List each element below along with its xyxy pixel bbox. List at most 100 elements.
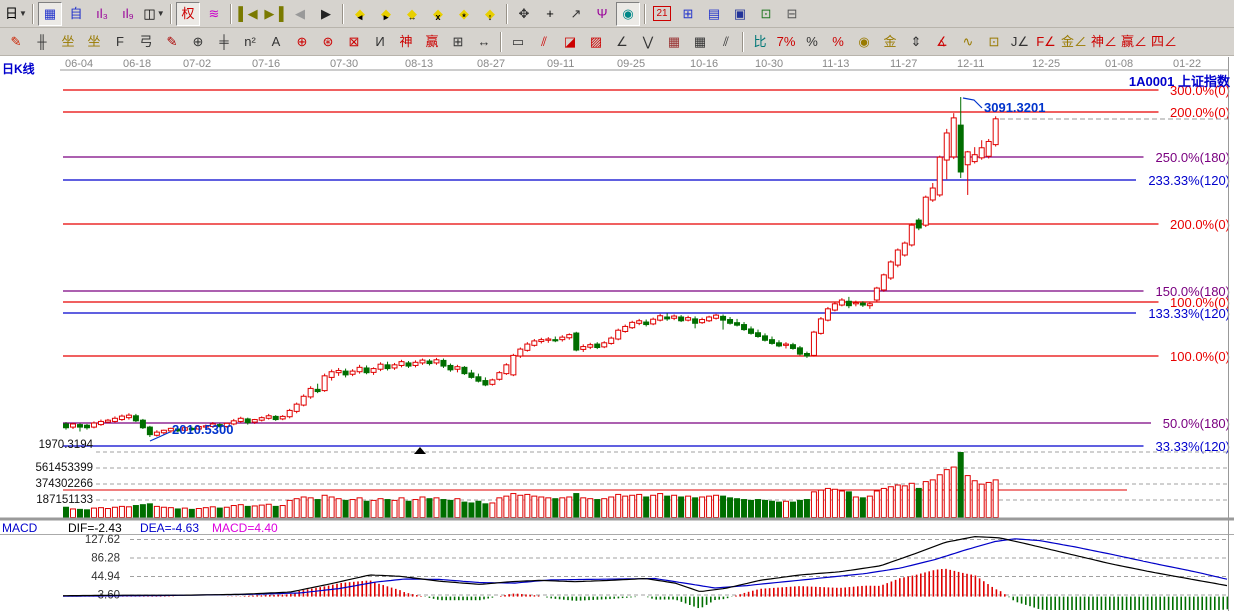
gann-star-icon[interactable]: ⊛ bbox=[316, 30, 340, 54]
smart-analysis-icon[interactable]: ◉ bbox=[616, 2, 640, 26]
first-page-icon[interactable]: ▌◀ bbox=[236, 2, 260, 26]
macd-axis-label: 44.94 bbox=[91, 571, 120, 583]
expand-diamond-icon[interactable]: ◆* bbox=[452, 2, 476, 26]
ruler-ticks-icon[interactable]: ╪ bbox=[212, 30, 236, 54]
zoom-left-diamond-icon[interactable]: ◆◂ bbox=[348, 2, 372, 26]
volume-bar bbox=[769, 501, 774, 517]
wave-count-icon[interactable]: И bbox=[368, 30, 392, 54]
shen-magic-icon[interactable]: 神 bbox=[394, 30, 418, 54]
bow-tool-icon[interactable]: 弓 bbox=[134, 30, 158, 54]
volume-bar bbox=[238, 505, 243, 518]
measure-123-icon[interactable]: ⊞ bbox=[446, 30, 470, 54]
golden-bars-icon[interactable]: 金 bbox=[878, 30, 902, 54]
parallel-icon[interactable]: ⫽ bbox=[714, 30, 738, 54]
full-view-diamond-icon[interactable]: ◆↕ bbox=[478, 2, 502, 26]
golden-ruler-2-icon[interactable]: 坐 bbox=[82, 30, 106, 54]
f-tool-icon[interactable]: F bbox=[108, 30, 132, 54]
volume-bar bbox=[329, 497, 334, 518]
low-price-annotation: 2010.5300 bbox=[172, 422, 233, 437]
candle-body bbox=[336, 370, 341, 372]
h-expand-icon[interactable]: ↔ bbox=[472, 30, 496, 54]
mini-chart-9-icon[interactable]: ıl₉ bbox=[116, 2, 140, 26]
zoom-right-diamond-icon[interactable]: ◆▸ bbox=[374, 2, 398, 26]
angle-line-icon[interactable]: ∠ bbox=[610, 30, 634, 54]
percent-line-label: 200.0%(0) bbox=[1170, 105, 1230, 120]
chart-window-icon[interactable]: ▦ bbox=[38, 2, 62, 26]
calculator-icon[interactable]: ⊞ bbox=[676, 2, 700, 26]
stock-info-icon[interactable]: 自 bbox=[64, 2, 88, 26]
next-page-icon[interactable]: ▶ bbox=[314, 2, 338, 26]
zoom-right-diamond-icon-arrow: ▸ bbox=[375, 6, 397, 28]
overlay-indicator-icon[interactable]: ≋ bbox=[202, 2, 226, 26]
macd-macd-value: MACD=4.40 bbox=[212, 521, 278, 535]
export-icon[interactable]: ⊡ bbox=[754, 2, 778, 26]
four-angle-icon[interactable]: 四∠ bbox=[1150, 30, 1178, 54]
print-icon[interactable]: ⊟ bbox=[780, 2, 804, 26]
golden-circle-icon[interactable]: ◉ bbox=[852, 30, 876, 54]
candle-body bbox=[434, 360, 439, 363]
prev-page-icon[interactable]: ◀ bbox=[288, 2, 312, 26]
h-ticks-icon-glyph: ╫ bbox=[37, 31, 46, 53]
rect-draw-icon[interactable]: ▭ bbox=[506, 30, 530, 54]
a-line-icon[interactable]: A bbox=[264, 30, 288, 54]
volume-bar bbox=[735, 499, 740, 518]
candle-body bbox=[714, 315, 719, 318]
candle-body bbox=[420, 360, 425, 363]
date-tick-label: 07-16 bbox=[252, 58, 280, 70]
grid-trend-icon[interactable]: ▦ bbox=[688, 30, 712, 54]
golden-box-icon[interactable]: ⊡ bbox=[982, 30, 1006, 54]
shen-angle-icon[interactable]: 神∠ bbox=[1090, 30, 1118, 54]
parallel-icon-glyph: ⫽ bbox=[723, 31, 729, 53]
candle-body bbox=[860, 303, 865, 305]
last-page-icon[interactable]: ▶▐ bbox=[262, 2, 286, 26]
volume-bar bbox=[623, 496, 628, 517]
zigzag-icon[interactable]: ⋁ bbox=[636, 30, 660, 54]
n-squared-icon[interactable]: n² bbox=[238, 30, 262, 54]
gann-grid-icon[interactable]: ⊠ bbox=[342, 30, 366, 54]
percent-lines-icon[interactable]: % bbox=[826, 30, 850, 54]
volume-bar bbox=[721, 496, 726, 517]
j-angle-icon[interactable]: J∠ bbox=[1008, 30, 1032, 54]
period-selector-dropdown-arrow[interactable]: ▼ bbox=[19, 3, 27, 25]
win-tool-icon[interactable]: 赢 bbox=[420, 30, 444, 54]
pane-scroll-marker[interactable] bbox=[414, 447, 426, 454]
mini-chart-3-icon[interactable]: ıl₃ bbox=[90, 2, 114, 26]
candle-style-icon[interactable]: ◫▼ bbox=[142, 2, 166, 26]
golden-ruler-icon[interactable]: 坐 bbox=[56, 30, 80, 54]
restore-rights-icon[interactable]: 权 bbox=[176, 2, 200, 26]
pan-hand-icon[interactable]: ✥ bbox=[512, 2, 536, 26]
marker-pen-icon[interactable]: ✎ bbox=[160, 30, 184, 54]
angle-tool-icon[interactable]: ∡ bbox=[930, 30, 954, 54]
h-ticks-icon[interactable]: ╫ bbox=[30, 30, 54, 54]
percent-icon[interactable]: % bbox=[800, 30, 824, 54]
brush-tool-icon[interactable]: ✎ bbox=[4, 30, 28, 54]
win-angle-icon[interactable]: 赢∠ bbox=[1120, 30, 1148, 54]
compress-diamond-icon[interactable]: ◆x bbox=[426, 2, 450, 26]
segment-tool-icon[interactable]: Ψ bbox=[590, 2, 614, 26]
memo-icon[interactable]: ▤ bbox=[702, 2, 726, 26]
gold-angle-icon[interactable]: 金∠ bbox=[1060, 30, 1088, 54]
volume-bar bbox=[434, 498, 439, 518]
volume-bar bbox=[986, 482, 991, 517]
candle-style-icon-dropdown-arrow[interactable]: ▼ bbox=[157, 3, 165, 25]
candle-body bbox=[294, 404, 299, 411]
ray-box-icon[interactable]: ▨ bbox=[584, 30, 608, 54]
compare-icon[interactable]: 比 bbox=[748, 30, 772, 54]
sine-wave-icon[interactable]: ∿ bbox=[956, 30, 980, 54]
ray-fan-icon[interactable]: ⫽ bbox=[532, 30, 556, 54]
calendar-icon[interactable]: 21 bbox=[650, 2, 674, 26]
crosshair-icon[interactable]: + bbox=[538, 2, 562, 26]
grid-draw-icon[interactable]: ▦ bbox=[662, 30, 686, 54]
macd-axis-label: 86.28 bbox=[91, 553, 120, 565]
save-icon[interactable]: ▣ bbox=[728, 2, 752, 26]
cycle-tool-icon[interactable]: ⊕ bbox=[186, 30, 210, 54]
gann-cross-icon[interactable]: ⊕ bbox=[290, 30, 314, 54]
candle-body bbox=[637, 321, 642, 324]
zoom-both-diamond-icon[interactable]: ◆↔ bbox=[400, 2, 424, 26]
f-angle-icon[interactable]: F∠ bbox=[1034, 30, 1058, 54]
period-selector[interactable]: 日▼ bbox=[4, 2, 28, 26]
trendline-tool-icon[interactable]: ↗ bbox=[564, 2, 588, 26]
percent-retrace-icon[interactable]: 7% bbox=[774, 30, 798, 54]
fan-box-icon[interactable]: ◪ bbox=[558, 30, 582, 54]
updown-measure-icon[interactable]: ⇕ bbox=[904, 30, 928, 54]
